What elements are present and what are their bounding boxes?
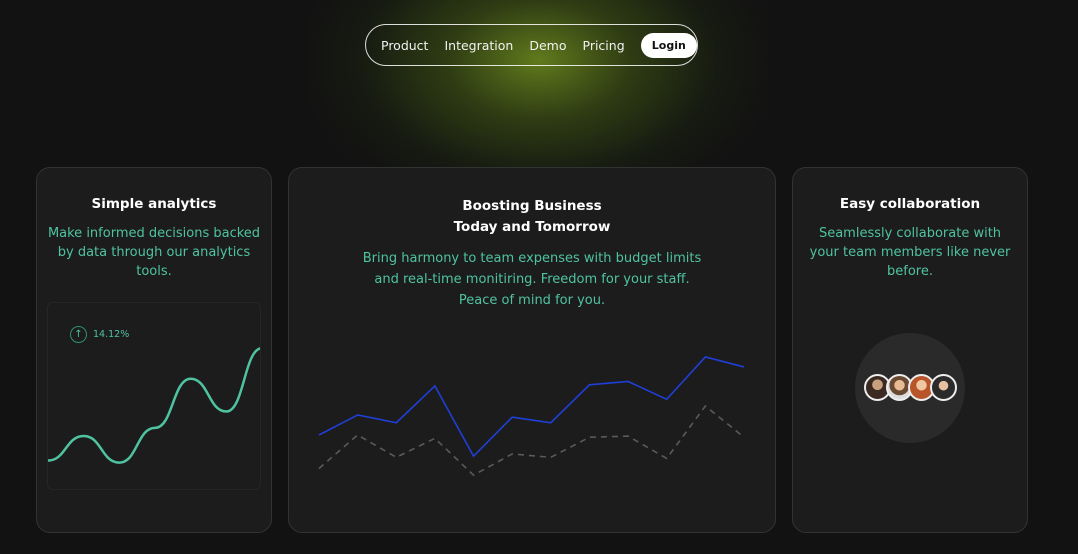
business-title-line2: Today and Tomorrow xyxy=(453,219,611,235)
business-card-description: Bring harmony to team expenses with budg… xyxy=(349,248,715,311)
nav-item-demo[interactable]: Demo xyxy=(529,38,566,53)
arrow-up-icon: ↑ xyxy=(70,326,87,343)
avatar xyxy=(930,374,957,401)
collaboration-card-description: Seamlessly collaborate with your team me… xyxy=(809,226,1011,279)
analytics-series-line xyxy=(48,347,260,464)
business-series-dashed xyxy=(318,404,745,477)
nav-item-pricing[interactable]: Pricing xyxy=(583,38,625,53)
collaboration-card: Easy collaboration Seamlessly collaborat… xyxy=(792,167,1028,533)
avatar-group xyxy=(864,374,957,401)
analytics-mini-chart: ↑ 14.12% xyxy=(47,302,261,490)
login-button[interactable]: Login xyxy=(640,32,697,58)
analytics-card-description: Make informed decisions backed by data t… xyxy=(47,226,261,279)
nav-item-integration[interactable]: Integration xyxy=(444,38,513,53)
analytics-card: Simple analytics Make informed decisions… xyxy=(36,167,272,533)
business-desc-line3: Peace of mind for you. xyxy=(458,293,606,308)
business-desc-line2: and real-time monitiring. Freedom for yo… xyxy=(374,272,690,287)
business-card: Boosting Business Today and Tomorrow Bri… xyxy=(288,167,776,533)
analytics-card-title: Simple analytics xyxy=(91,196,217,212)
nav-item-product[interactable]: Product xyxy=(381,38,428,53)
business-desc-line1: Bring harmony to team expenses with budg… xyxy=(362,251,702,266)
business-title-line1: Boosting Business xyxy=(462,198,602,214)
top-navigation: Product Integration Demo Pricing Login xyxy=(365,24,698,66)
growth-badge: ↑ 14.12% xyxy=(70,326,129,343)
business-card-title: Boosting Business Today and Tomorrow xyxy=(289,196,775,238)
collaboration-card-title: Easy collaboration xyxy=(839,196,981,212)
growth-percentage: 14.12% xyxy=(93,329,130,340)
